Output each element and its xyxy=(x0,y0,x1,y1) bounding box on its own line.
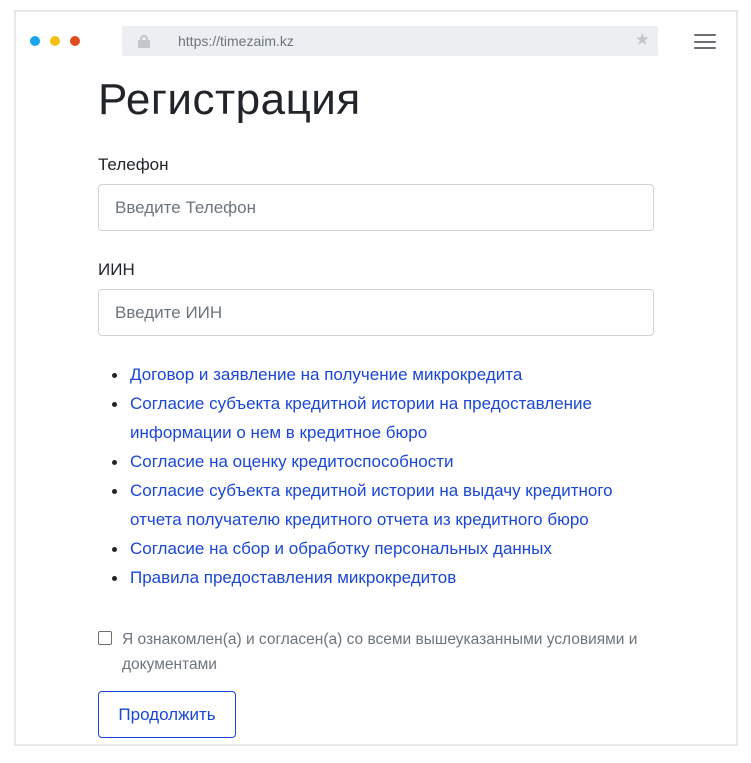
url-text: https://timezaim.kz xyxy=(178,33,294,49)
documents-list: Договор и заявление на получение микрокр… xyxy=(98,360,658,592)
star-icon[interactable]: ★ xyxy=(635,30,650,50)
document-link-microcredit-rules[interactable]: Правила предоставления микрокредитов xyxy=(130,568,456,587)
phone-label: Телефон xyxy=(98,155,169,174)
list-item: Согласие субъекта кредитной истории на п… xyxy=(112,389,658,447)
iin-label: ИИН xyxy=(98,260,135,279)
hamburger-menu-icon[interactable] xyxy=(694,34,716,50)
continue-button[interactable]: Продолжить xyxy=(98,691,236,738)
window-dot-blue[interactable] xyxy=(30,36,40,46)
document-link-credit-bureau-info[interactable]: Согласие субъекта кредитной истории на п… xyxy=(130,394,592,442)
registration-form: Регистрация Телефон ИИН Договор и заявле… xyxy=(98,68,658,738)
consent-label[interactable]: Я ознакомлен(а) и согласен(а) со всеми в… xyxy=(122,627,658,677)
window-dot-red[interactable] xyxy=(70,36,80,46)
document-link-loan-agreement[interactable]: Договор и заявление на получение микрокр… xyxy=(130,365,522,384)
window-controls xyxy=(30,36,80,46)
document-link-credit-report[interactable]: Согласие субъекта кредитной истории на в… xyxy=(130,481,613,529)
list-item: Согласие субъекта кредитной истории на в… xyxy=(112,476,658,534)
iin-input[interactable] xyxy=(98,289,654,336)
browser-toolbar: https://timezaim.kz ★ xyxy=(16,12,736,68)
browser-window: https://timezaim.kz ★ Регистрация Телефо… xyxy=(14,10,738,746)
document-link-creditworthiness[interactable]: Согласие на оценку кредитоспособности xyxy=(130,452,453,471)
window-dot-yellow[interactable] xyxy=(50,36,60,46)
list-item: Согласие на оценку кредитоспособности xyxy=(112,447,658,476)
consent-checkbox[interactable] xyxy=(98,631,112,645)
document-link-personal-data[interactable]: Согласие на сбор и обработку персональны… xyxy=(130,539,552,558)
list-item: Договор и заявление на получение микрокр… xyxy=(112,360,658,389)
lock-icon xyxy=(138,35,150,48)
consent-row: Я ознакомлен(а) и согласен(а) со всеми в… xyxy=(98,627,658,677)
list-item: Правила предоставления микрокредитов xyxy=(112,563,658,592)
phone-input[interactable] xyxy=(98,184,654,231)
page-title: Регистрация xyxy=(98,75,361,124)
address-bar[interactable]: https://timezaim.kz ★ xyxy=(122,26,658,56)
list-item: Согласие на сбор и обработку персональны… xyxy=(112,534,658,563)
